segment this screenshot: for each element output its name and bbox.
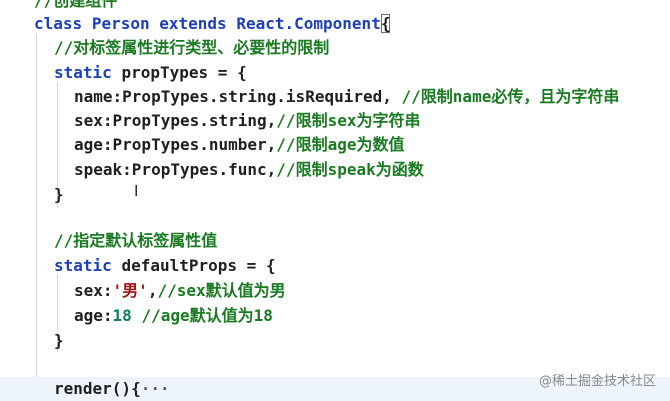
code-editor[interactable]: //创建组件 class Person extends React.Compon… [0,0,670,401]
prop-name: defaultProps [121,256,238,275]
operator: = [217,63,228,82]
matched-brace: { [380,14,391,33]
watermark: @稀土掘金技术社区 [538,374,656,389]
code-line-1: class Person extends React.Component{ [34,12,391,36]
operator: = [246,256,257,275]
code-line-7: speak:PropTypes.func,//限制speak为函数 [74,158,424,182]
code-line-2: //对标签属性进行类型、必要性的限制 [54,36,329,60]
keyword-extends: extends [159,14,227,33]
code-line-13: } [54,329,64,353]
close-brace: } [54,185,64,204]
string-literal: '男' [112,281,148,300]
keyword-static: static [54,63,112,82]
code-line-4: name:PropTypes.string.isRequired, //限制na… [74,85,619,109]
code: render(){ [54,379,141,398]
comment: //指定默认标签属性值 [54,231,218,250]
code-line-12: age:18 //age默认值为18 [74,304,273,328]
code-line-8: } [54,183,64,207]
prop-name: propTypes [121,63,209,82]
comma: , [147,281,158,300]
folded-ellipsis-icon[interactable]: ··· [141,379,170,398]
base-class: React.Component [236,14,381,33]
code-line-5: sex:PropTypes.string,//限制sex为字符串 [74,109,420,133]
indent-guide [36,34,37,394]
comment: //限制name必传，且为字符串 [401,87,620,106]
comment: //age默认值为18 [141,306,273,325]
comment: //对标签属性进行类型、必要性的限制 [54,38,330,57]
code-line-3: static propTypes = { [54,61,247,85]
comment: //sex默认值为男 [157,281,286,300]
comment: //创建组件 [34,0,118,10]
comment: //限制speak为函数 [276,160,424,179]
code-line-6: age:PropTypes.number,//限制age为数值 [74,133,404,157]
class-name: Person [91,14,150,33]
code: sex:PropTypes.string, [74,111,277,130]
close-brace: } [54,331,64,350]
comment: //限制sex为字符串 [276,111,421,130]
code-line-11: sex:'男',//sex默认值为男 [74,279,286,303]
keyword-class: class [34,14,83,33]
key: sex: [74,281,113,300]
code-line-9: //指定默认标签属性值 [54,229,217,253]
open-brace: { [265,256,276,275]
code: name:PropTypes.string.isRequired, [74,87,392,106]
code: age:PropTypes.number, [74,135,277,154]
ibeam-cursor-icon: I [134,182,139,200]
keyword-static: static [54,256,112,275]
number-literal: 18 [112,306,132,325]
code: speak:PropTypes.func, [74,160,277,179]
open-brace: { [237,63,247,82]
code-line-10: static defaultProps = { [54,254,276,278]
comment: //限制age为数值 [276,135,405,154]
key: age: [74,306,113,325]
